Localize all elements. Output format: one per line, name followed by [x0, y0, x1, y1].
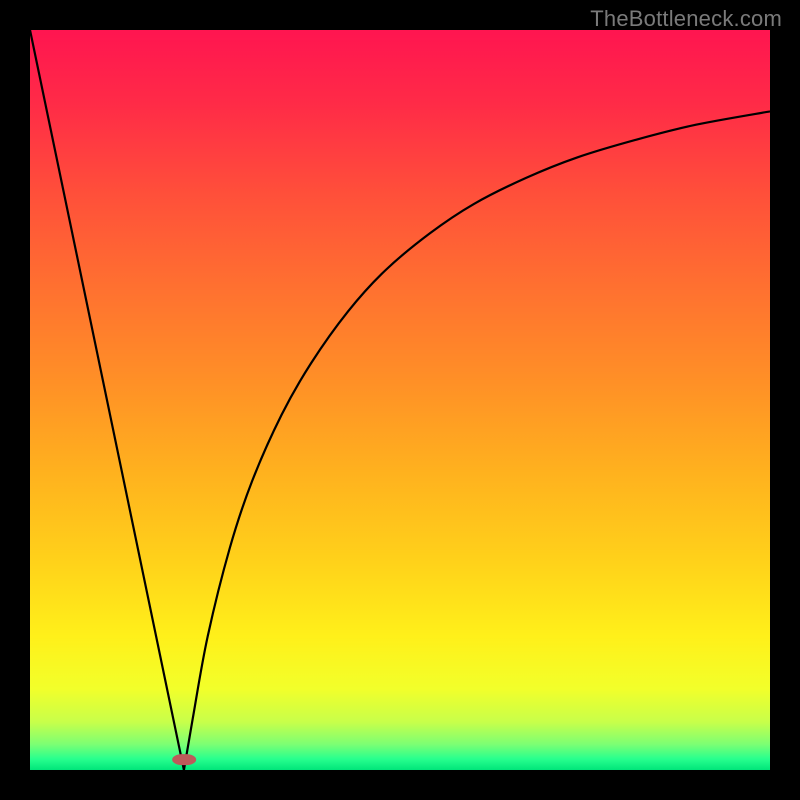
- plot-area: [30, 30, 770, 770]
- background-gradient: [30, 30, 770, 770]
- chart-canvas: TheBottleneck.com: [0, 0, 800, 800]
- watermark-text: TheBottleneck.com: [590, 6, 782, 32]
- minimum-marker: [172, 754, 196, 766]
